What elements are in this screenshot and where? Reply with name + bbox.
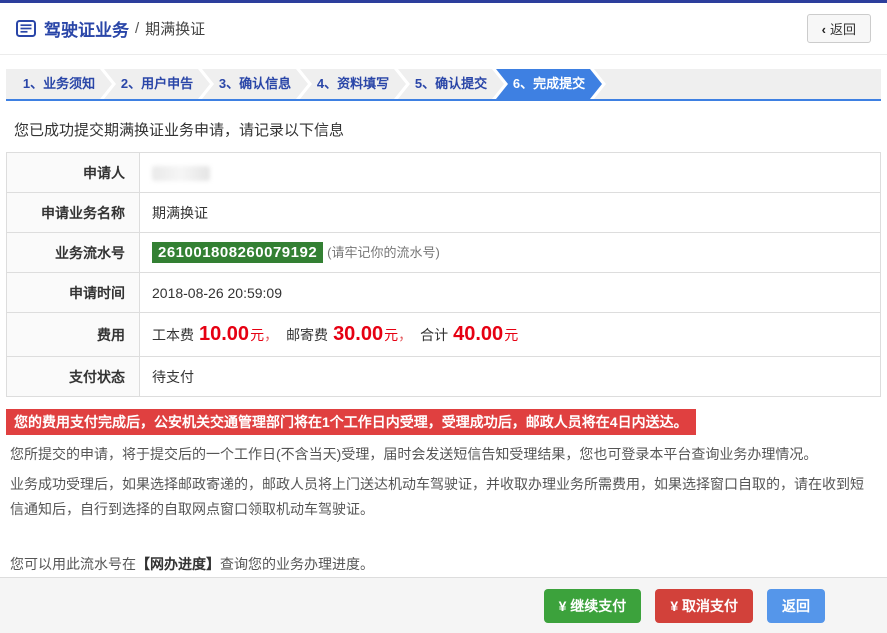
notice-paragraph-2: 业务成功受理后，如果选择邮政寄递的，邮政人员将上门送达机动车驾驶证，并收取办理业… [10, 476, 864, 517]
step-tab-3: 3、确认信息 [202, 69, 308, 99]
breadcrumb-current-page: 期满换证 [145, 21, 206, 38]
step-tab-6-active: 6、完成提交 [496, 69, 602, 99]
step-tab-2: 2、用户申告 [104, 69, 210, 99]
step-bar-filler [594, 69, 881, 99]
step-tab-1: 1、业务须知 [6, 69, 112, 99]
continue-payment-button[interactable]: ¥ 继续支付 [543, 588, 642, 623]
chevron-left-icon: ‹ [821, 22, 826, 37]
row-label: 申请时间 [6, 272, 140, 313]
form-icon [16, 20, 36, 37]
fee-item2-label: 邮寄费 [286, 327, 329, 343]
table-row-fee: 费用 工本费 10.00元， 邮寄费 30.00元， 合计 40.00元 [6, 312, 881, 357]
row-label: 申请业务名称 [6, 192, 140, 233]
back-button-label: 返回 [829, 22, 856, 37]
breadcrumb-service-category[interactable]: 驾驶证业务 [44, 16, 129, 41]
fee-value: 工本费 10.00元， 邮寄费 30.00元， 合计 40.00元 [139, 312, 881, 357]
serial-number-badge: 261001808260079192 [152, 242, 324, 263]
success-message: 您已成功提交期满换证业务申请，请记录以下信息 [14, 122, 345, 139]
breadcrumb-separator: / [135, 20, 140, 37]
payment-warning-banner: 您的费用支付完成后，公安机关交通管理部门将在1个工作日内受理，受理成功后，邮政人… [6, 409, 696, 435]
cancel-payment-button[interactable]: ¥ 取消支付 [655, 588, 753, 623]
apply-time-value: 2018-08-26 20:59:09 [139, 272, 881, 313]
fee-item1-label: 工本费 [152, 327, 194, 343]
table-row-applicant: 申请人 [6, 152, 881, 193]
notice-paragraph-3: 您可以用此流水号在【网办进度】查询您的业务办理进度。 [10, 556, 374, 572]
step-tab-4: 4、资料填写 [300, 69, 406, 99]
step-bar-underline [6, 99, 881, 101]
row-label: 支付状态 [6, 356, 140, 397]
back-button[interactable]: ‹ 返回 [806, 14, 871, 43]
page-header: 驾驶证业务 / 期满换证 ‹ 返回 [0, 3, 887, 55]
fee-total-label: 合计 [420, 327, 449, 343]
table-row-service-name: 申请业务名称 期满换证 [6, 192, 881, 233]
step-wizard: 1、业务须知 2、用户申告 3、确认信息 4、资料填写 5、确认提交 6、完成提… [6, 69, 881, 101]
fee-total-amount: 40.00 [453, 323, 504, 345]
return-button[interactable]: 返回 [767, 588, 825, 623]
table-row-apply-time: 申请时间 2018-08-26 20:59:09 [6, 272, 881, 313]
fee-item1-amount: 10.00 [199, 323, 250, 345]
service-name-value: 期满换证 [139, 192, 881, 233]
step-tab-5: 5、确认提交 [398, 69, 504, 99]
notice-paragraph-1: 您所提交的申请，将于提交后的一个工作日(不含当天)受理，届时会发送短信告知受理结… [10, 446, 818, 462]
row-label: 业务流水号 [6, 232, 140, 273]
serial-number-note: (请牢记你的流水号) [327, 245, 440, 260]
application-info-table: 申请人 申请业务名称 期满换证 业务流水号 261001808260079192… [6, 152, 881, 397]
payment-status-value: 待支付 [139, 356, 881, 397]
redacted-applicant-name [152, 165, 210, 181]
action-footer: ¥ 继续支付 ¥ 取消支付 返回 [0, 577, 887, 633]
row-label: 申请人 [6, 152, 140, 193]
fee-item2-amount: 30.00 [333, 323, 384, 345]
progress-menu-reference: 【网办进度】 [136, 556, 220, 572]
table-row-serial-number: 业务流水号 261001808260079192 (请牢记你的流水号) [6, 232, 881, 273]
table-row-payment-status: 支付状态 待支付 [6, 356, 881, 397]
row-label: 费用 [6, 312, 140, 357]
